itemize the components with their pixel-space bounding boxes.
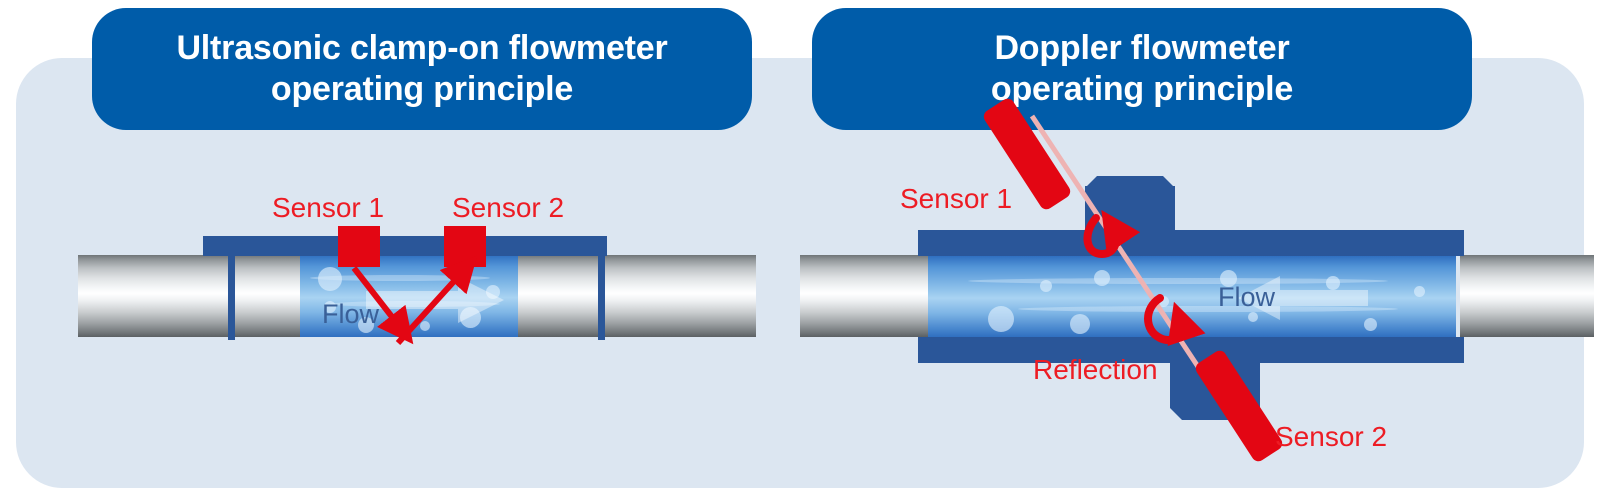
doppler-diagram: Sensor 1 Sensor 2 Reflection Flow [800,58,1600,488]
ultrasonic-diagram: Sensor 1 Sensor 2 Flow [0,58,800,488]
ultrasonic-v-path [351,255,478,346]
label-sensor-1-left: Sensor 1 [272,192,385,223]
label-sensor-1-right: Sensor 1 [900,183,1013,214]
label-reflection: Reflection [1033,354,1158,385]
diagram-stage: Ultrasonic clamp-on flowmeter operating … [0,0,1600,503]
doppler-beam-group [1029,114,1235,420]
label-sensor-2-left: Sensor 2 [452,192,565,223]
signal-up-leg [395,255,478,346]
label-flow-right: Flow [1218,282,1276,312]
label-flow-left: Flow [322,299,380,329]
label-sensor-2-right: Sensor 2 [1275,421,1388,452]
